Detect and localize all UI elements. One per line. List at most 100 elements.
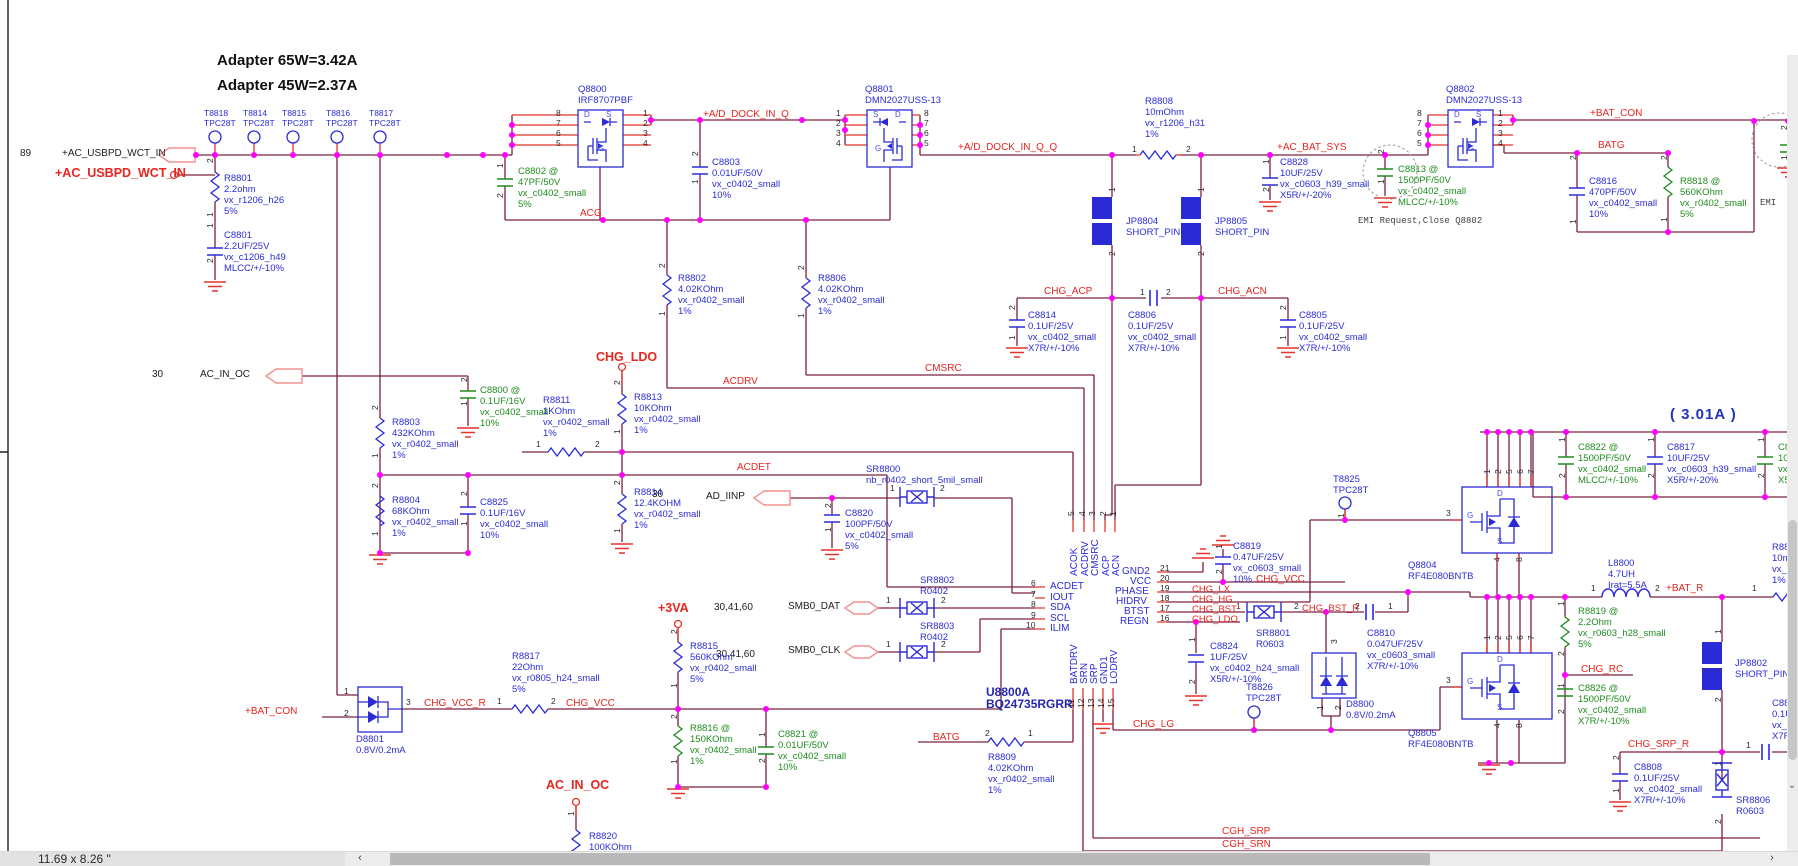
junction-dot: [842, 117, 848, 123]
gnd-symbol: [368, 554, 392, 565]
vertical-scrollbar-thumb[interactable]: [1788, 520, 1797, 760]
cap-symbol: [1557, 456, 1575, 465]
fet2-symbol: [577, 109, 624, 168]
cap-symbol: [1279, 319, 1297, 328]
resv-symbol: [617, 493, 627, 525]
port-symbol: [265, 368, 303, 384]
cap-symbol: [496, 178, 514, 187]
scroll-left-icon[interactable]: ‹: [352, 852, 368, 866]
cap-symbol: [757, 746, 775, 755]
junction-dot: [1562, 594, 1568, 600]
dio2v-symbol: [1311, 652, 1357, 699]
gnd-symbol: [1191, 548, 1215, 559]
junction-dot: [917, 142, 923, 148]
schematic-canvas[interactable]: Adapter 65W=3.42A Adapter 45W=2.37A 89 +AC…: [0, 0, 1798, 866]
dio2h-symbol: [357, 686, 403, 733]
junction-dot: [444, 152, 450, 158]
junction-dot: [1484, 594, 1490, 600]
junction-dot: [1342, 517, 1348, 523]
junction-dot: [509, 122, 515, 128]
junction-dot: [509, 132, 515, 138]
junction-dot: [1267, 152, 1273, 158]
tp-symbol: [373, 130, 387, 144]
vertical-scrollbar[interactable]: [1787, 55, 1798, 852]
junction-dot: [1563, 494, 1569, 500]
junction-dot: [917, 132, 923, 138]
junction-dot: [1109, 295, 1115, 301]
junction-dot: [212, 152, 218, 158]
component-symbols: [158, 109, 1798, 861]
ind-symbol: [1601, 588, 1651, 598]
junction-dot: [509, 142, 515, 148]
junction-dot: [1510, 117, 1516, 123]
resv-symbol: [673, 725, 683, 757]
junction-dot: [1652, 429, 1658, 435]
junction-dot: [1193, 619, 1199, 625]
junction-dot: [1198, 152, 1204, 158]
junction-dot: [1495, 594, 1501, 600]
gnd-symbol: [666, 788, 690, 799]
caph-symbol: [1365, 603, 1374, 621]
scroll-down-icon[interactable]: ⌄: [1787, 780, 1797, 794]
junction-dot: [193, 152, 199, 158]
sheet-border: [0, 0, 9, 851]
junction-dot: [251, 152, 257, 158]
fetr-symbol: [1461, 652, 1553, 720]
junction-dot: [648, 117, 654, 123]
junction-dot: [1528, 594, 1534, 600]
srh-symbol: [899, 486, 935, 508]
cap-symbol: [1008, 319, 1026, 328]
cap-symbol: [459, 506, 477, 515]
gnd-symbol: [1608, 801, 1632, 812]
srh-symbol: [899, 597, 935, 619]
junction-dot: [799, 117, 805, 123]
gnd-symbol: [820, 549, 844, 560]
resv-symbol: [375, 417, 385, 449]
tp-symbol: [1247, 705, 1261, 719]
gnd-symbol: [1184, 695, 1208, 706]
jp-symbol: [1092, 197, 1112, 245]
junction-dot: [1425, 122, 1431, 128]
junction-dot: [1665, 229, 1671, 235]
junction-dot: [1405, 589, 1411, 595]
porth-symbol: [844, 601, 879, 615]
tp-symbol: [208, 130, 222, 144]
cap-symbol: [1756, 456, 1774, 465]
junction-dot: [1382, 152, 1388, 158]
junction-dot: [1109, 152, 1115, 158]
cap-symbol: [459, 390, 477, 399]
resh-symbol: [1139, 150, 1177, 160]
junction-dot: [1719, 594, 1725, 600]
junction-dot: [377, 550, 383, 556]
junction-dot: [829, 495, 835, 501]
junction-dot: [290, 152, 296, 158]
junction-dot: [1220, 579, 1226, 585]
cap-symbol: [1611, 773, 1629, 782]
junction-dot: [465, 550, 471, 556]
junction-dot: [1484, 429, 1490, 435]
resv-symbol: [1663, 166, 1673, 198]
junction-dot: [1528, 429, 1534, 435]
junction-dot: [675, 784, 681, 790]
jp-symbol: [1702, 642, 1722, 690]
term-symbol: [169, 170, 179, 180]
fet2-symbol: [866, 109, 913, 168]
port-symbol: [158, 147, 196, 163]
junction-dot: [697, 117, 703, 123]
junction-dot: [842, 127, 848, 133]
horizontal-scrollbar[interactable]: 11.69 x 8.26 " ‹ ›: [0, 851, 1798, 866]
junction-dot: [917, 122, 923, 128]
resh-symbol: [987, 737, 1025, 747]
cap-symbol: [1568, 187, 1586, 196]
page-size-indicator: 11.69 x 8.26 ": [0, 852, 345, 866]
junction-dot: [675, 706, 681, 712]
srh-symbol: [899, 641, 935, 663]
cap-symbol: [691, 166, 709, 175]
horizontal-scrollbar-thumb[interactable]: [390, 853, 1430, 865]
junction-dot: [1719, 749, 1725, 755]
resv-symbol: [617, 393, 627, 425]
scroll-right-icon[interactable]: ›: [1764, 852, 1780, 866]
port-symbol: [753, 490, 791, 506]
junction-dot: [1486, 760, 1492, 766]
junction-dot: [1328, 727, 1334, 733]
